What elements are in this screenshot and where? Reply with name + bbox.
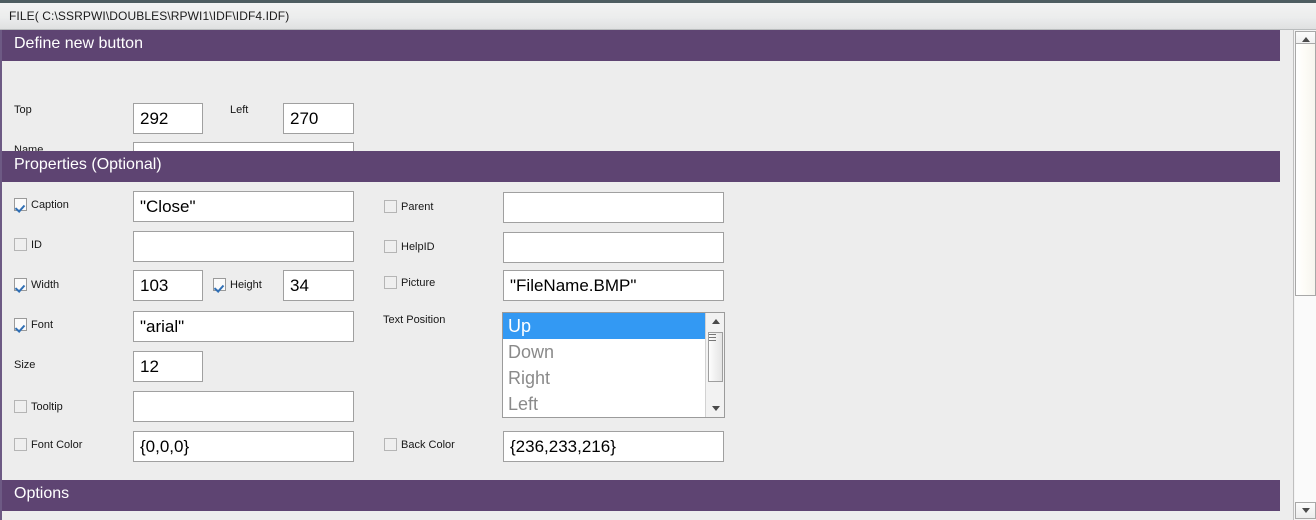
text-position-scrollbar[interactable] — [705, 313, 724, 417]
caption-checkbox[interactable] — [14, 198, 27, 211]
size-label: Size — [14, 359, 36, 371]
page-scroll-thumb[interactable] — [1295, 43, 1316, 296]
height-checkbox[interactable] — [213, 278, 226, 291]
left-label: Left — [230, 104, 249, 116]
help-id-label: HelpID — [401, 241, 435, 253]
back-color-checkbox[interactable] — [384, 438, 397, 451]
top-label: Top — [14, 104, 32, 116]
page-scroll-down-icon[interactable] — [1295, 502, 1316, 519]
section-title-define: Define new button — [14, 35, 143, 52]
text-position-option-left[interactable]: Left — [503, 391, 705, 417]
scroll-thumb-grip-icon — [709, 337, 716, 338]
width-checkbox[interactable] — [14, 278, 27, 291]
font-color-label: Font Color — [31, 439, 83, 451]
help-id-checkbox[interactable] — [384, 240, 397, 253]
section-title-properties: Properties (Optional) — [14, 156, 162, 173]
scroll-down-icon[interactable] — [706, 400, 724, 417]
picture-input[interactable]: "FileName.BMP" — [503, 270, 724, 301]
help-id-input[interactable] — [503, 232, 724, 263]
file-path-label: FILE( C:\SSRPWI\DOUBLES\RPWI1\IDF\IDF4.I… — [9, 9, 290, 23]
form-panel: Define new button Top 292 Left 270 Name … — [0, 30, 1293, 520]
height-label: Height — [230, 279, 262, 291]
text-position-options: Up Down Right Left — [503, 313, 705, 417]
section-header-properties: Properties (Optional) — [2, 151, 1280, 182]
application-window: FILE( C:\SSRPWI\DOUBLES\RPWI1\IDF\IDF4.I… — [0, 0, 1316, 520]
scroll-thumb-grip-icon — [709, 334, 716, 335]
top-input[interactable]: 292 — [133, 103, 203, 134]
back-color-input[interactable]: {236,233,216} — [503, 431, 724, 462]
tooltip-input[interactable] — [133, 391, 354, 422]
text-position-listbox[interactable]: Up Down Right Left — [502, 312, 725, 418]
section-header-options: Options — [2, 480, 1280, 511]
width-input[interactable]: 103 — [133, 270, 203, 301]
parent-input[interactable] — [503, 192, 724, 223]
caption-input[interactable]: "Close" — [133, 191, 354, 222]
scroll-thumb-grip-icon — [709, 340, 716, 341]
picture-checkbox[interactable] — [384, 276, 397, 289]
caption-label: Caption — [31, 199, 69, 211]
font-color-input[interactable]: {0,0,0} — [133, 431, 354, 462]
font-checkbox[interactable] — [14, 318, 27, 331]
tooltip-label: Tooltip — [31, 401, 63, 413]
text-position-option-right[interactable]: Right — [503, 365, 705, 391]
text-position-option-down[interactable]: Down — [503, 339, 705, 365]
tooltip-checkbox[interactable] — [14, 400, 27, 413]
left-input[interactable]: 270 — [283, 103, 354, 134]
id-input[interactable] — [133, 231, 354, 262]
parent-checkbox[interactable] — [384, 200, 397, 213]
file-title-bar: FILE( C:\SSRPWI\DOUBLES\RPWI1\IDF\IDF4.I… — [0, 0, 1316, 30]
back-color-label: Back Color — [401, 439, 455, 451]
id-checkbox[interactable] — [14, 238, 27, 251]
section-header-define-new-button: Define new button — [2, 30, 1280, 61]
size-input[interactable]: 12 — [133, 351, 203, 382]
page-scrollbar[interactable] — [1293, 30, 1316, 520]
height-input[interactable]: 34 — [283, 270, 354, 301]
font-label: Font — [31, 319, 54, 331]
width-label: Width — [31, 279, 60, 291]
font-input[interactable]: "arial" — [133, 311, 354, 342]
text-position-option-up[interactable]: Up — [503, 313, 705, 339]
section-title-options: Options — [14, 485, 70, 502]
text-position-label: Text Position — [383, 314, 446, 326]
font-color-checkbox[interactable] — [14, 438, 27, 451]
scroll-up-icon[interactable] — [706, 313, 724, 330]
parent-label: Parent — [401, 201, 434, 213]
picture-label: Picture — [401, 277, 436, 289]
id-label: ID — [31, 239, 42, 251]
